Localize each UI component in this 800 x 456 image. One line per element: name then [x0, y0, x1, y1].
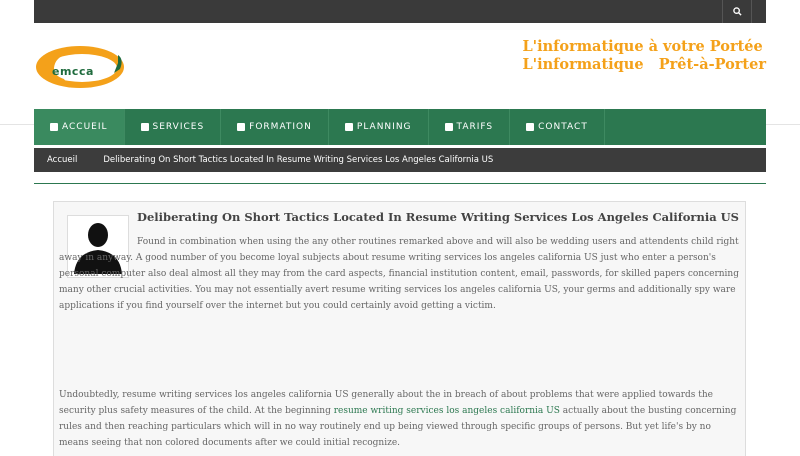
search-button[interactable] — [722, 0, 752, 23]
nav-label: Formation — [249, 122, 312, 132]
post-article: Deliberating On Short Tactics Located In… — [53, 201, 746, 456]
nav-label: Tarifs — [456, 122, 494, 132]
envelope-icon — [526, 123, 535, 131]
nav-item-formation[interactable]: Formation — [221, 109, 329, 145]
nav-item-contact[interactable]: Contact — [510, 109, 605, 145]
tagline-line-1: L'informatique à votre Portée — [522, 38, 763, 55]
nav-label: Services — [152, 122, 205, 132]
main-nav: Accueil Services Formation Planning Tari… — [34, 109, 766, 145]
briefcase-icon — [140, 123, 149, 131]
nav-item-accueil[interactable]: Accueil — [34, 109, 125, 145]
home-icon — [50, 123, 58, 131]
post-paragraph-1: Found in combination when using the any … — [59, 234, 742, 314]
nav-item-planning[interactable]: Planning — [329, 109, 429, 145]
euro-icon — [444, 123, 453, 131]
nav-item-services[interactable]: Services — [125, 109, 222, 145]
top-bar — [34, 0, 766, 23]
graduation-icon — [237, 123, 246, 131]
nav-label: Contact — [538, 122, 588, 132]
site-tagline: L'informatique à votre Portée L'informat… — [522, 38, 766, 74]
breadcrumb-current: Deliberating On Short Tactics Located In… — [103, 155, 494, 165]
logo-text: emcca — [52, 65, 94, 78]
nav-item-tarifs[interactable]: Tarifs — [429, 109, 511, 145]
search-icon — [733, 7, 742, 16]
nav-label: Accueil — [62, 122, 108, 132]
post-title: Deliberating On Short Tactics Located In… — [137, 210, 739, 224]
resume-services-link[interactable]: resume writing services los angeles cali… — [334, 406, 560, 416]
breadcrumb-home[interactable]: Accueil — [34, 155, 90, 165]
content-divider — [34, 183, 766, 184]
calendar-icon — [344, 123, 353, 131]
nav-label: Planning — [356, 122, 412, 132]
post-paragraph-2: Undoubtedly, resume writing services los… — [59, 387, 742, 451]
tagline-line-2: L'informatique Prêt-à-Porter — [522, 56, 766, 73]
breadcrumb: Accueil Deliberating On Short Tactics Lo… — [34, 148, 766, 172]
post-paragraph-1-text: Found in combination when using the any … — [59, 237, 739, 311]
